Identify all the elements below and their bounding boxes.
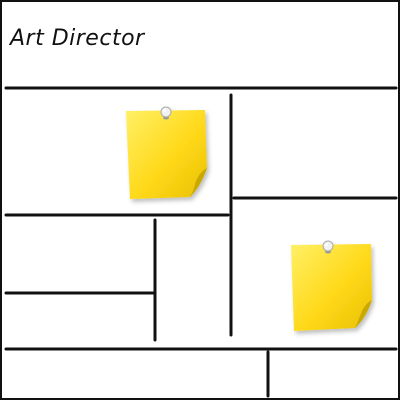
sticky-note[interactable] [291,240,372,331]
sticky-note[interactable] [126,106,207,199]
storyboard-grid [4,86,398,398]
